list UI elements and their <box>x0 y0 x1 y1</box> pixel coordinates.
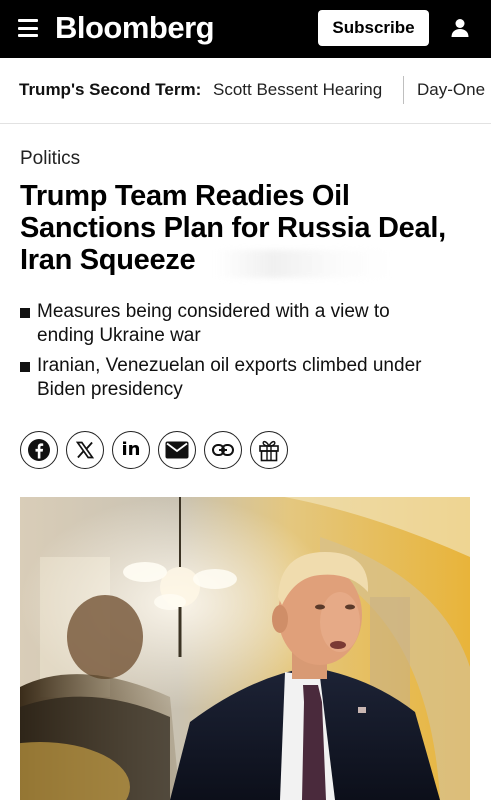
headline-line: Sanctions Plan for Russia Deal, <box>20 212 446 244</box>
link-icon <box>212 444 234 456</box>
subscribe-button[interactable]: Subscribe <box>318 10 429 46</box>
hero-photo <box>20 497 470 800</box>
blurred-overlay <box>215 250 390 278</box>
linkedin-icon: in <box>121 439 141 460</box>
headline-line: Iran Squeeze <box>20 244 196 276</box>
summary-bullet: Measures being considered with a view to… <box>20 300 470 348</box>
headline-line: Trump Team Readies Oil <box>20 180 350 212</box>
share-linkedin-button[interactable]: in <box>112 431 150 469</box>
section-label[interactable]: Politics <box>20 148 80 170</box>
gift-article-button[interactable] <box>250 431 288 469</box>
bullet-text: ending Ukraine war <box>37 325 201 346</box>
bloomberg-logo[interactable]: Bloomberg <box>55 8 215 48</box>
top-nav-bar: Bloomberg Subscribe <box>0 0 491 58</box>
topic-ticker: Trump's Second Term: Scott Bessent Heari… <box>0 58 491 124</box>
bullet-text: Measures being considered with a view to <box>37 301 390 322</box>
x-icon <box>75 441 95 459</box>
hamburger-menu-icon[interactable] <box>18 19 38 37</box>
article-hero-image[interactable] <box>20 497 470 800</box>
ticker-link-scott-bessent-hearing[interactable]: Scott Bessent Hearing <box>213 80 382 100</box>
bullet-text: Biden presidency <box>37 379 183 400</box>
share-facebook-button[interactable] <box>20 431 58 469</box>
share-buttons: in <box>20 431 288 469</box>
bullet-text: Iranian, Venezuelan oil exports climbed … <box>37 355 422 376</box>
account-icon[interactable] <box>448 16 472 40</box>
ticker-link-day-one[interactable]: Day-One <box>417 80 485 100</box>
facebook-icon <box>28 439 50 461</box>
share-email-button[interactable] <box>158 431 196 469</box>
share-x-button[interactable] <box>66 431 104 469</box>
summary-bullets: Measures being considered with a view to… <box>20 300 470 408</box>
email-icon <box>165 441 189 459</box>
bullet-square-icon <box>20 308 30 318</box>
ticker-divider <box>403 76 404 104</box>
share-link-button[interactable] <box>204 431 242 469</box>
ticker-label: Trump's Second Term: <box>19 80 202 99</box>
gift-icon <box>259 440 279 462</box>
bullet-square-icon <box>20 362 30 372</box>
summary-bullet: Iranian, Venezuelan oil exports climbed … <box>20 354 470 402</box>
